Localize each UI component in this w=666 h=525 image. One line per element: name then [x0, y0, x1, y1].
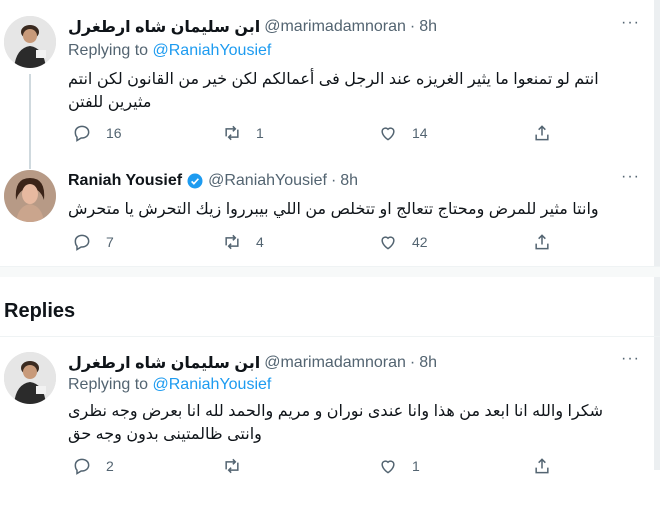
tweet-text: شكرا والله انا ابعد من هذا وانا عندى نور… [68, 403, 604, 443]
reply-button[interactable]: 7 [72, 232, 114, 252]
separator-dot: · [409, 354, 416, 371]
reply-button[interactable]: 2 [72, 456, 114, 476]
tweet-2[interactable]: Raniah Yousief @RaniahYousief · 8h ··· و… [0, 166, 656, 266]
reply-button[interactable]: 16 [72, 123, 122, 143]
tweet-text: انتم لو تمنعوا ما يثير الغريزه عند الرجل… [68, 71, 599, 111]
avatar[interactable] [4, 352, 56, 404]
like-icon [381, 460, 395, 474]
verified-badge-icon [187, 173, 203, 189]
retweet-button[interactable]: 4 [222, 232, 264, 252]
like-button[interactable]: 1 [378, 456, 420, 476]
reply-count: 16 [106, 125, 122, 141]
share-icon [535, 125, 549, 141]
retweet-count: 4 [256, 234, 264, 250]
tweet-thread-page: ابن سليمان شاه ارطغرل @marimadamnoran · … [0, 0, 660, 525]
timestamp[interactable]: 8h [340, 172, 358, 190]
tweet-3[interactable]: ابن سليمان شاه ارطغرل @marimadamnoran · … [0, 348, 656, 478]
retweet-button[interactable] [222, 456, 256, 476]
retweet-icon [225, 458, 239, 474]
like-button[interactable]: 14 [378, 123, 428, 143]
share-icon [535, 234, 549, 250]
like-button[interactable]: 42 [378, 232, 428, 252]
user-handle[interactable]: @marimadamnoran [264, 354, 406, 372]
replying-to: Replying to @RaniahYousief [68, 42, 271, 60]
avatar[interactable] [4, 170, 56, 222]
user-handle[interactable]: @RaniahYousief [208, 172, 327, 190]
replying-prefix: Replying to [68, 42, 149, 59]
more-icon[interactable]: ··· [621, 350, 640, 368]
like-count: 1 [412, 458, 420, 474]
share-icon [535, 458, 549, 474]
replies-heading: Replies [4, 300, 76, 322]
reply-icon [74, 458, 90, 475]
tweet-1[interactable]: ابن سليمان شاه ارطغرل @marimadamnoran · … [0, 12, 656, 169]
tweet-text: وانتا مثير للمرض ومحتاج تتعالج او تتخلص … [68, 201, 599, 218]
mention-link[interactable]: @RaniahYousief [153, 376, 272, 393]
reply-icon [74, 125, 90, 142]
like-icon [381, 236, 395, 250]
retweet-icon [225, 125, 239, 141]
like-icon [381, 127, 395, 141]
timestamp[interactable]: 8h [419, 354, 437, 372]
tweet-actions: 2 1 [72, 456, 552, 480]
reply-count: 7 [106, 234, 114, 250]
avatar[interactable] [4, 16, 56, 68]
like-count: 14 [412, 125, 428, 141]
display-name[interactable]: Raniah Yousief [68, 172, 182, 190]
tweet-header: ابن سليمان شاه ارطغرل @marimadamnoran · … [68, 16, 616, 38]
separator-dot: · [409, 18, 416, 35]
replying-to: Replying to @RaniahYousief [68, 376, 271, 394]
display-name[interactable]: ابن سليمان شاه ارطغرل [68, 17, 260, 37]
thread-connector [29, 74, 31, 169]
display-name[interactable]: ابن سليمان شاه ارطغرل [68, 353, 260, 373]
reply-icon [74, 234, 90, 251]
share-button[interactable] [532, 232, 552, 252]
tweet-actions: 16 1 14 [72, 123, 552, 147]
timestamp[interactable]: 8h [419, 18, 437, 36]
share-button[interactable] [532, 123, 552, 143]
reply-count: 2 [106, 458, 114, 474]
more-icon[interactable]: ··· [621, 168, 640, 186]
share-button[interactable] [532, 456, 552, 476]
replying-prefix: Replying to [68, 376, 149, 393]
like-count: 42 [412, 234, 428, 250]
retweet-count: 1 [256, 125, 264, 141]
more-icon[interactable]: ··· [621, 14, 640, 32]
tweet-header: Raniah Yousief @RaniahYousief · 8h [68, 170, 616, 192]
retweet-button[interactable]: 1 [222, 123, 264, 143]
retweet-icon [225, 234, 239, 250]
mention-link[interactable]: @RaniahYousief [153, 42, 272, 59]
user-handle[interactable]: @marimadamnoran [264, 18, 406, 36]
separator-dot: · [330, 172, 337, 189]
tweet-header: ابن سليمان شاه ارطغرل @marimadamnoran · … [68, 352, 616, 374]
divider [0, 336, 660, 337]
section-gap [0, 267, 660, 277]
tweet-actions: 7 4 42 [72, 232, 552, 256]
